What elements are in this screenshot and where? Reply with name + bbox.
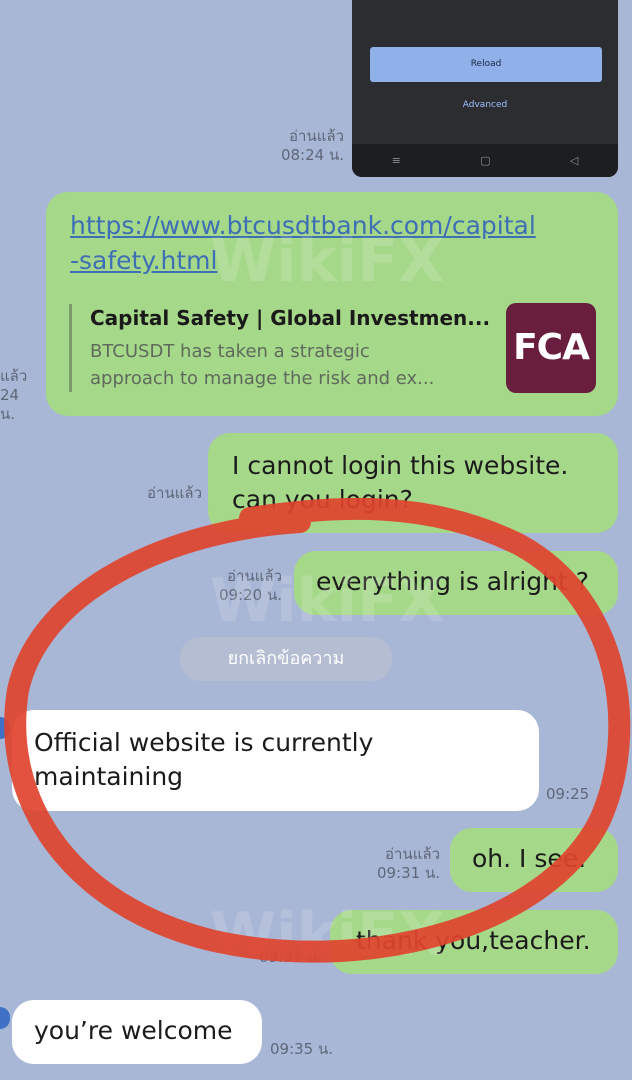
- message-meta: อ่านแล้ว 08:24 น.: [262, 127, 344, 165]
- android-nav-bar: ≡ ▢ ◁: [352, 144, 618, 177]
- preview-description: BTCUSDT has taken a strategic approach t…: [90, 338, 434, 392]
- message-line-1: Official website is currently: [34, 728, 374, 757]
- message-bubble[interactable]: oh. I see.: [450, 828, 618, 892]
- timestamp: 09:25: [546, 785, 590, 803]
- timestamp: 09:35 น.: [270, 1040, 334, 1058]
- timestamp: 09:31 น.: [376, 864, 440, 882]
- preview-desc-line-1: BTCUSDT has taken a strategic: [90, 341, 370, 362]
- message-bubble[interactable]: I cannot login this website. can you log…: [208, 433, 618, 533]
- message-meta: อ่านแล้ว 09:31 น.: [358, 845, 440, 883]
- reload-button: Reload: [370, 47, 602, 82]
- message-text: I cannot login this website. can you log…: [232, 449, 568, 517]
- read-receipt: อ่านแล้ว: [147, 484, 202, 502]
- timestamp: 08:24 น.: [280, 146, 344, 164]
- message-bubble[interactable]: you’re welcome: [12, 1000, 262, 1064]
- menu-icon: ≡: [391, 154, 401, 167]
- message-text: Official website is currently maintainin…: [34, 726, 373, 794]
- preview-divider: [69, 304, 72, 392]
- home-icon: ▢: [480, 154, 491, 167]
- message-line-1: I cannot login this website.: [232, 451, 569, 480]
- unsent-message-notice: ยกเลิกข้อความ: [180, 637, 392, 681]
- fca-logo: FCA: [506, 303, 596, 393]
- sender-avatar[interactable]: [0, 1007, 10, 1029]
- read-receipt: อ่านแล้ว: [385, 845, 440, 863]
- read-receipt: อ่านแล้ว: [289, 127, 344, 145]
- preview-title: Capital Safety | Global Investmen...: [90, 306, 491, 330]
- message-line-2: can you login?: [232, 485, 413, 514]
- watermark-text: WikiFX: [210, 900, 445, 970]
- preview-desc-line-2: approach to manage the risk and ex...: [90, 368, 435, 389]
- message-text: oh. I see.: [472, 844, 587, 873]
- read-receipt: แล้ว: [0, 367, 28, 385]
- watermark-text: WikiFX: [210, 566, 445, 636]
- back-icon: ◁: [569, 154, 579, 167]
- message-bubble[interactable]: Official website is currently maintainin…: [12, 710, 539, 811]
- embedded-screenshot-image[interactable]: Reload Advanced ≡ ▢ ◁: [352, 0, 618, 177]
- message-meta: แล้ว 24 น.: [0, 367, 36, 424]
- watermark-text: WikiFX: [210, 226, 445, 296]
- advanced-link: Advanced: [462, 100, 508, 110]
- sender-avatar[interactable]: [0, 717, 10, 739]
- message-text: you’re welcome: [34, 1016, 233, 1045]
- timestamp: 24 น.: [0, 386, 20, 423]
- message-line-2: maintaining: [34, 762, 184, 791]
